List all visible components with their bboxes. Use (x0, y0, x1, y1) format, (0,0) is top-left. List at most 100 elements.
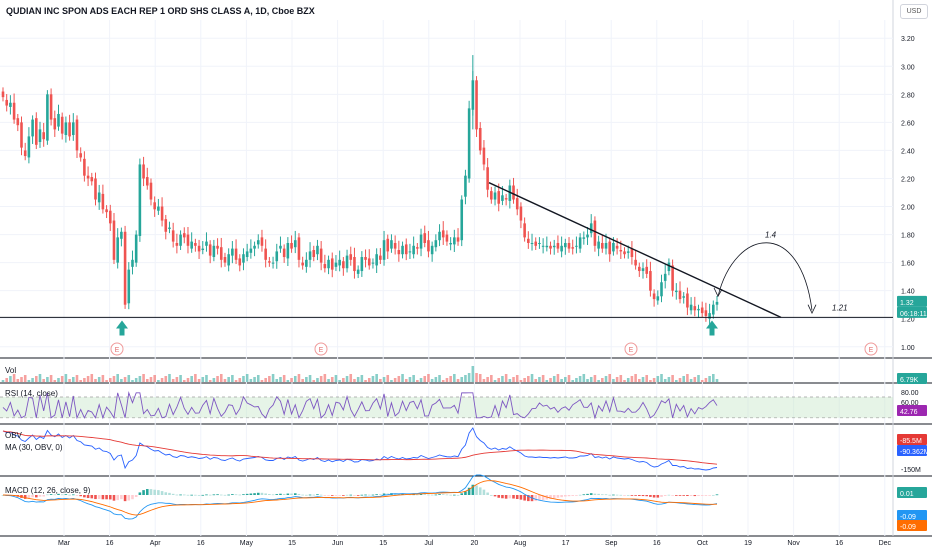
volume-bar (382, 377, 386, 382)
macd-histogram-bar (312, 494, 316, 496)
volume-bar (364, 380, 367, 382)
candle-body (301, 262, 304, 266)
volume-bar (323, 374, 327, 382)
volume-bar (83, 378, 86, 382)
candle-body (397, 250, 401, 255)
macd-histogram-bar (464, 491, 467, 495)
volume-bar (35, 376, 38, 382)
volume-bar (501, 376, 504, 382)
macd-histogram-bar (212, 494, 216, 496)
candle-body (700, 307, 704, 314)
candle-body (223, 257, 227, 263)
volume-bar (216, 376, 219, 382)
volume-bar (182, 380, 186, 382)
volume-bar (5, 378, 8, 382)
macd-histogram-bar (552, 495, 556, 499)
candle-body (182, 233, 186, 238)
candle-body (375, 254, 378, 266)
candle-body (94, 178, 97, 200)
candle-body (404, 244, 408, 255)
macd-histogram-bar (379, 494, 382, 496)
volume-bar (319, 376, 323, 382)
volume-bar (493, 380, 497, 382)
volume-bar (404, 379, 408, 382)
macd-histogram-bar (626, 494, 630, 496)
volume-bar (649, 380, 652, 382)
macd-histogram-bar (519, 495, 523, 500)
candle-body (20, 122, 23, 148)
volume-bar (60, 376, 64, 382)
macd-histogram-bar (238, 494, 242, 496)
macd-histogram-bar (223, 494, 227, 496)
candle-body (645, 266, 649, 274)
candle-body (160, 206, 164, 221)
candle-body (108, 210, 112, 224)
macd-histogram-bar (453, 494, 456, 496)
candle-body (552, 245, 556, 248)
macd-histogram-bar (190, 494, 193, 496)
candle-body (708, 313, 711, 319)
volume-bar (416, 380, 419, 382)
candle-body (338, 259, 341, 266)
obv-ma-label: MA (30, OBV, 0) (5, 443, 63, 452)
time-axis-label: May (240, 540, 254, 547)
candle-body (27, 136, 31, 158)
candle-body (157, 206, 160, 211)
stock-chart[interactable]: 1.21 1.4 E E E E 3.20 3.00 2.80 2.60 2.40 2.20 2.00… (0, 0, 932, 550)
volume-bar (356, 377, 360, 382)
volume-bar (290, 378, 293, 382)
macd-histogram-bar (615, 494, 619, 496)
volume-bar (190, 376, 193, 382)
macd-histogram-bar (105, 495, 108, 500)
macd-histogram-bar (434, 494, 438, 496)
candle-body (186, 234, 190, 246)
obv-ma-badge: -90.362M (900, 449, 930, 456)
time-axis-label: Nov (787, 540, 800, 547)
volume-bar (571, 380, 575, 382)
volume-bar (345, 376, 349, 382)
volume-bar (638, 379, 641, 382)
volume-bar (142, 374, 145, 382)
volume-bar (434, 377, 438, 382)
candle-body (227, 254, 230, 266)
candle-body (390, 240, 393, 249)
volume-bar (712, 374, 715, 382)
candle-body (556, 242, 560, 249)
volume-bar (149, 377, 153, 382)
volume-bar (268, 376, 271, 382)
macd-histogram-bar (38, 495, 42, 497)
candle-body (53, 118, 57, 130)
candle-body (693, 306, 697, 311)
candle-body (482, 147, 486, 165)
volume-label: Vol (5, 366, 17, 375)
volume-bar (20, 377, 23, 382)
volume-bar (652, 378, 656, 382)
time-axis-label: 16 (106, 540, 114, 547)
macd-histogram-bar (94, 495, 97, 500)
volume-bar (645, 375, 649, 382)
macd-histogram-bar (42, 495, 45, 497)
obv-label: OBV (5, 431, 22, 440)
volume-bar (578, 376, 582, 382)
macd-histogram-bar (441, 494, 445, 495)
volume-bar (330, 377, 334, 382)
macd-histogram-bar (260, 492, 264, 495)
candle-body (486, 167, 489, 190)
candle-body (305, 259, 308, 267)
volume-bar (49, 375, 53, 382)
volume-bar (71, 377, 75, 382)
candle-body (153, 202, 156, 210)
macd-histogram-bar (589, 493, 593, 495)
candle-body (434, 240, 438, 248)
volume-bar (186, 378, 190, 382)
volume-bar (656, 376, 660, 382)
candle-body (171, 230, 175, 242)
candle-body (419, 234, 423, 249)
volume-bar (667, 377, 671, 382)
volume-bar (256, 375, 260, 382)
last-price-badge: 1.32 (900, 300, 914, 307)
volume-bar (94, 379, 97, 382)
volume-bar (208, 380, 212, 382)
currency-button[interactable]: USD (900, 4, 928, 19)
candle-body (101, 193, 105, 210)
